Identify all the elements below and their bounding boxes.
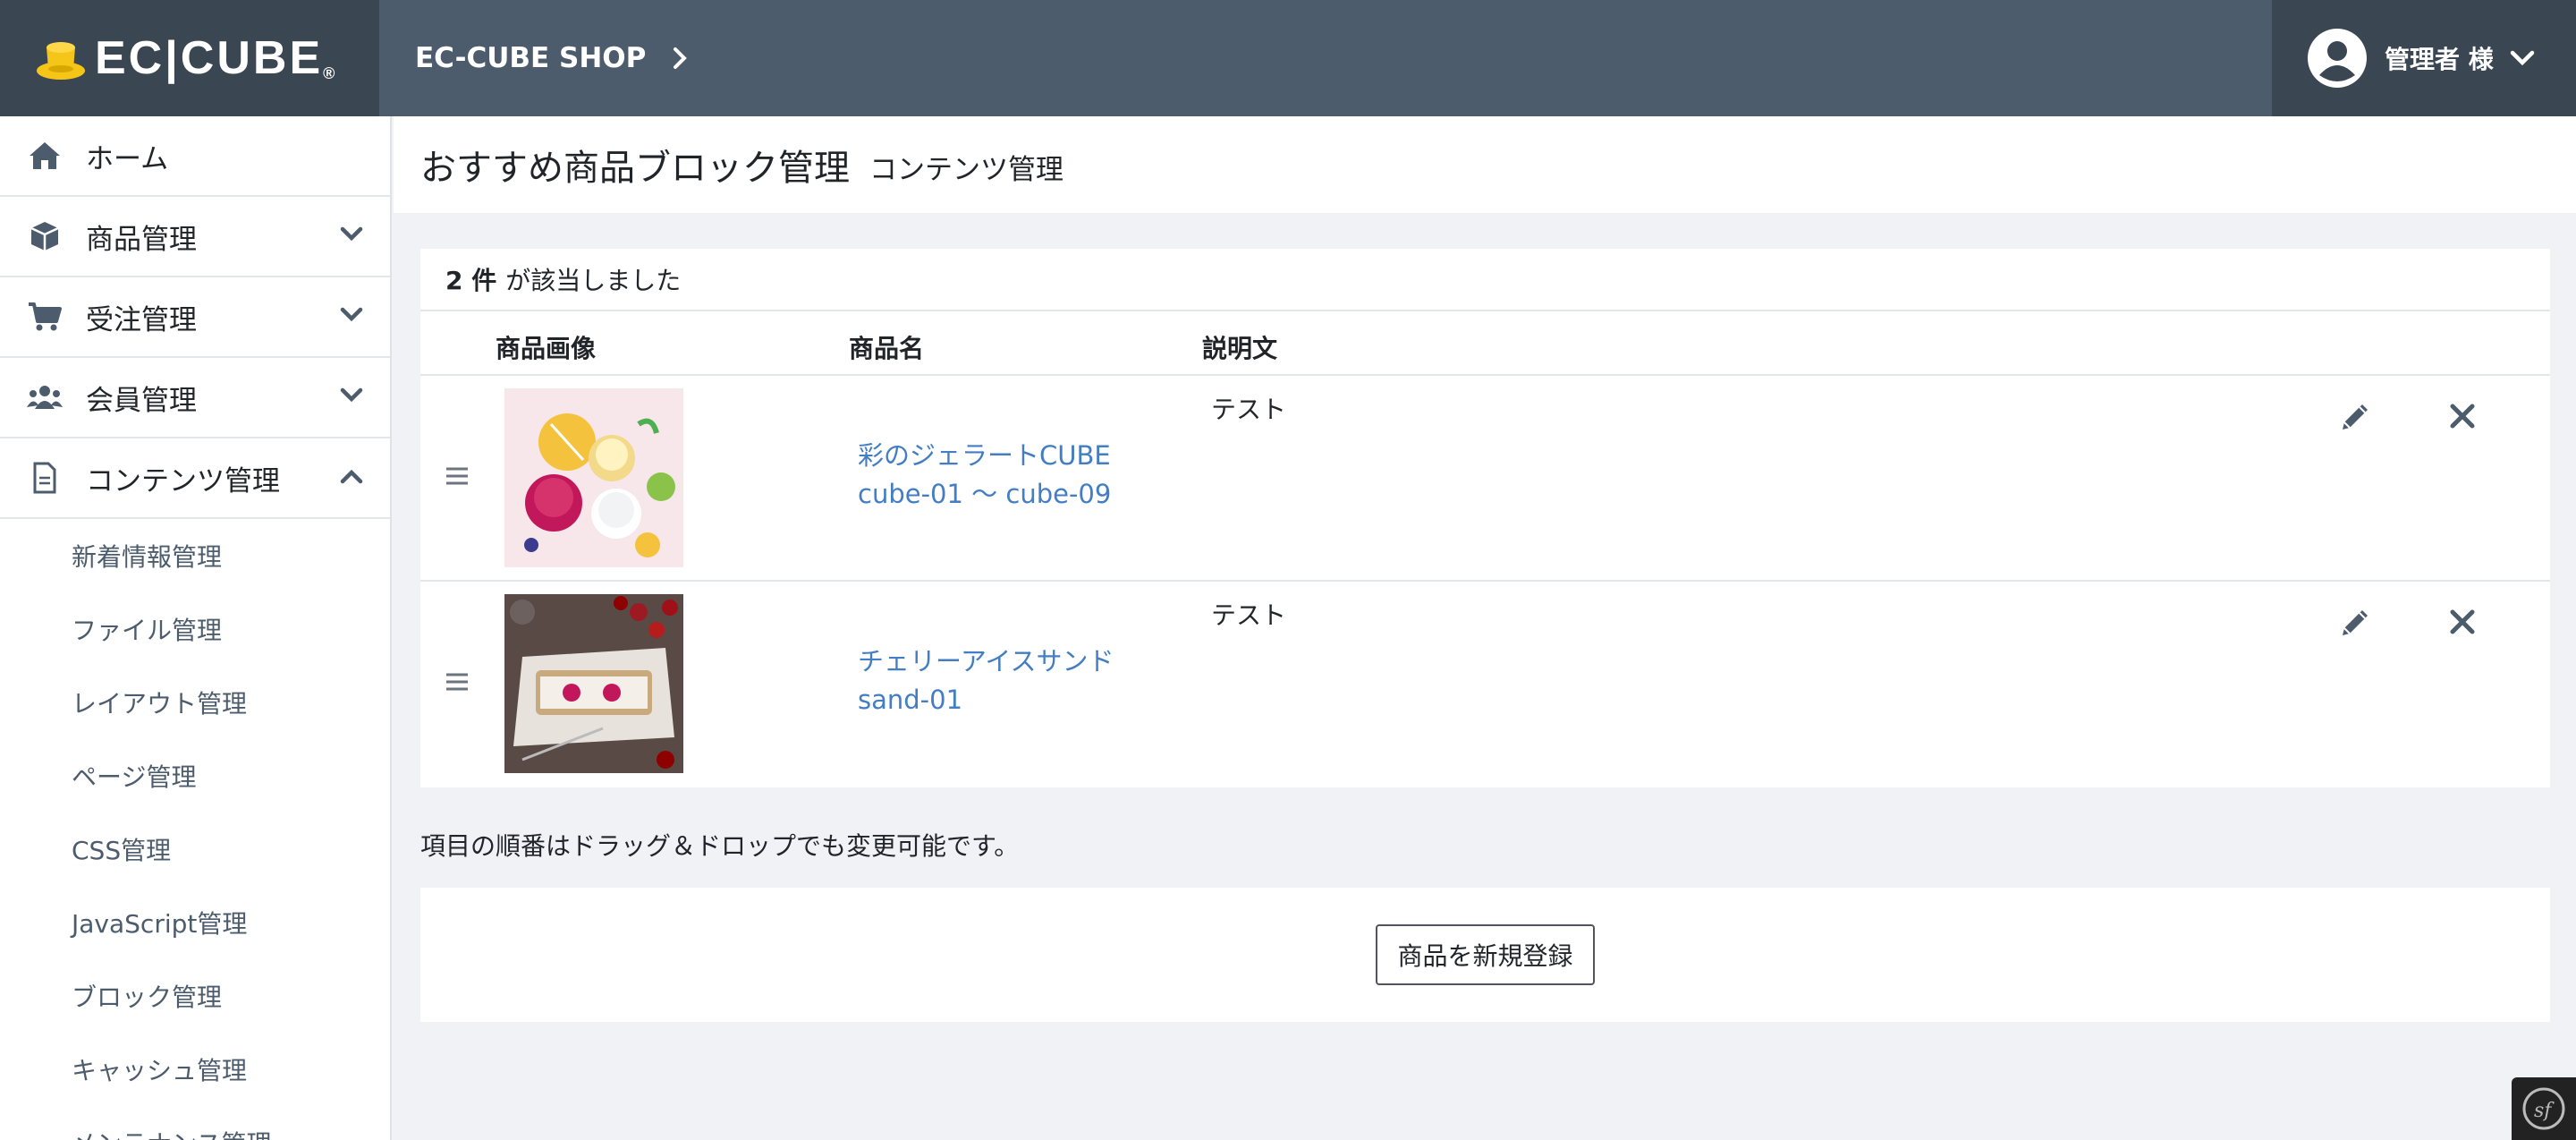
product-name-link[interactable]: チェリーアイスサンド sand-01 [858,642,1114,719]
user-name: 管理者 様 [2385,45,2494,74]
delete-x-icon[interactable] [2449,608,2476,635]
cube-logo-icon [37,42,85,80]
column-header-description: 説明文 [1202,334,1278,363]
sidebar-subitem-cache[interactable]: キャッシュ管理 [0,1033,390,1106]
register-card: 商品を新規登録 [420,888,2550,1022]
product-list-card: 2 件 が該当しました 商品画像 商品名 説明文 彩のジェラートCUBE cub… [420,249,2550,787]
drag-drop-hint: 項目の順番はドラッグ＆ドロップでも変更可能です。 [420,831,1020,861]
sidebar-item-members[interactable]: 会員管理 [0,358,390,438]
home-icon [27,138,63,174]
sidebar-subitem-news[interactable]: 新着情報管理 [0,519,390,592]
top-header: EC|CUBE® EC-CUBE SHOP 管理者 様 [0,0,2576,116]
symfony-toolbar-toggle[interactable]: sf [2512,1077,2576,1140]
title-bar: おすすめ商品ブロック管理 コンテンツ管理 [394,116,2576,213]
column-header-image: 商品画像 [496,334,597,363]
svg-text:sf: sf [2534,1100,2555,1122]
product-name-link[interactable]: 彩のジェラートCUBE cube-01 〜 cube-09 [858,437,1111,514]
product-description: テスト [1211,395,1287,424]
drag-handle-icon[interactable] [445,671,469,693]
page-title: おすすめ商品ブロック管理 [420,148,850,189]
chevron-down-icon [340,226,363,242]
edit-pencil-icon[interactable] [2337,605,2373,641]
sidebar-subitem-css[interactable]: CSS管理 [0,812,390,886]
product-image [504,594,683,773]
chevron-down-icon [2510,50,2534,66]
user-menu[interactable]: 管理者 様 [2272,0,2576,116]
sidebar-subitem-maintenance[interactable]: メンテナンス管理 [0,1106,390,1140]
register-product-button[interactable]: 商品を新規登録 [1376,924,1595,985]
column-header-name: 商品名 [849,334,925,363]
table-row[interactable]: チェリーアイスサンド sand-01 テスト [420,582,2550,787]
box-icon [27,218,63,254]
table-row[interactable]: 彩のジェラートCUBE cube-01 〜 cube-09 テスト [420,376,2550,582]
edit-pencil-icon[interactable] [2337,399,2373,435]
symfony-logo-icon: sf [2522,1087,2565,1130]
chevron-up-icon [340,469,363,484]
product-image [504,388,683,567]
table-header: 商品画像 商品名 説明文 [420,311,2550,376]
sidebar-item-orders[interactable]: 受注管理 [0,277,390,358]
logo[interactable]: EC|CUBE® [0,0,379,116]
chevron-down-icon [340,307,363,322]
logo-text: EC|CUBE® [95,32,335,84]
sidebar: ホーム 商品管理 受注管理 会員管理 コンテンツ管理 新着情報管理 ファイル管理… [0,116,392,1140]
product-description: テスト [1211,600,1287,630]
user-avatar-icon [2308,29,2367,88]
sidebar-subitem-javascript[interactable]: JavaScript管理 [0,886,390,959]
chevron-right-icon [674,47,688,69]
users-icon [27,379,63,415]
cart-icon [27,299,63,335]
shop-name: EC-CUBE SHOP [415,42,647,74]
chevron-down-icon [340,387,363,403]
drag-handle-icon[interactable] [445,465,469,487]
shop-link[interactable]: EC-CUBE SHOP [415,42,688,74]
result-count: 2 件 が該当しました [420,249,2550,311]
sidebar-subitem-files[interactable]: ファイル管理 [0,592,390,666]
sidebar-item-home[interactable]: ホーム [0,116,390,197]
delete-x-icon[interactable] [2449,403,2476,430]
sidebar-item-contents[interactable]: コンテンツ管理 [0,438,390,519]
page-subtitle: コンテンツ管理 [869,153,1063,186]
file-icon [27,460,63,496]
sidebar-item-products[interactable]: 商品管理 [0,197,390,277]
sidebar-subitem-blocks[interactable]: ブロック管理 [0,959,390,1033]
sidebar-subitem-layout[interactable]: レイアウト管理 [0,666,390,739]
sidebar-subitem-pages[interactable]: ページ管理 [0,739,390,812]
